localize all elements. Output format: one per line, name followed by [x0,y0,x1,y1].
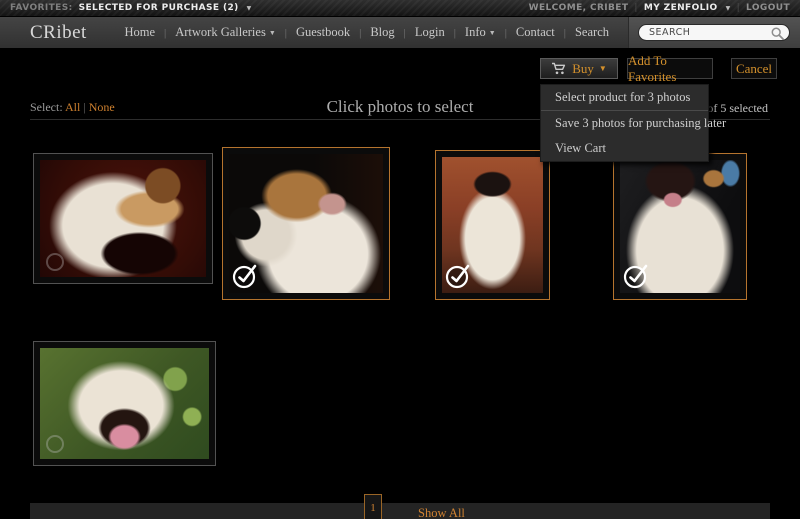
nav-item-blog[interactable]: Blog [361,25,403,40]
search-box [638,24,790,41]
show-all-link[interactable]: Show All [418,506,465,519]
favorites-label: FAVORITES: [10,3,73,13]
photo-thumbnail-5[interactable] [33,341,216,466]
nav-dropdown-arrow-icon: ▼ [489,29,496,37]
photo-thumbnail-4[interactable] [613,153,747,300]
nav-dropdown-arrow-icon: ▼ [269,29,276,37]
topbar-separator: | [634,3,637,13]
bulldog-photo-5 [40,348,209,459]
selected-checkmark-icon [232,260,262,290]
favorites-value[interactable]: SELECTED FOR PURCHASE (2) [79,3,239,13]
page-1-button[interactable]: 1 [364,494,382,519]
unselected-circle-icon [46,253,64,271]
my-zenfolio-menu[interactable]: MY ZENFOLIO [644,3,718,13]
menu-item-view-cart[interactable]: View Cart [541,136,708,161]
cancel-button[interactable]: Cancel [731,58,777,79]
bulldog-photo-1 [40,160,206,277]
welcome-text: WELCOME, CRIBET [529,3,629,13]
photo-thumbnail-2[interactable] [222,147,390,300]
site-logo[interactable]: CRibet [30,22,87,44]
favorites-dropdown[interactable]: FAVORITES: SELECTED FOR PURCHASE (2) ▼ [10,3,252,13]
favorites-dropdown-arrow-icon[interactable]: ▼ [247,5,252,12]
nav-item-login[interactable]: Login [406,25,454,40]
nav-menu: Home | Artwork Galleries▼ | Guestbook | … [115,17,618,48]
photo-thumbnail-1[interactable] [33,153,213,284]
unselected-circle-icon [46,435,64,453]
photo-thumbnail-3[interactable] [435,150,550,300]
my-zenfolio-dropdown-arrow-icon[interactable]: ▼ [726,5,731,12]
main-navbar: CRibet Home | Artwork Galleries▼ | Guest… [0,17,800,48]
bulldog-photo-4 [620,160,740,293]
nav-item-home[interactable]: Home [115,25,164,40]
buy-button[interactable]: Buy ▼ [540,58,618,79]
nav-item-info[interactable]: Info▼ [456,25,505,40]
gallery-selection-page: FAVORITES: SELECTED FOR PURCHASE (2) ▼ W… [0,0,800,519]
buy-dropdown-menu: Select product for 3 photos Save 3 photo… [540,84,709,162]
pagination-bar: 1 Show All [30,503,770,519]
cart-icon [551,62,567,75]
nav-item-label: Info [465,25,486,39]
nav-item-guestbook[interactable]: Guestbook [287,25,359,40]
buy-button-label: Buy [572,61,594,77]
selected-checkmark-icon [445,260,475,290]
topbar-separator: | [737,3,740,13]
search-input[interactable] [649,26,767,39]
nav-item-contact[interactable]: Contact [507,25,564,40]
nav-item-label: Artwork Galleries [175,25,266,39]
top-account-bar: FAVORITES: SELECTED FOR PURCHASE (2) ▼ W… [0,0,800,17]
menu-item-save-for-later[interactable]: Save 3 photos for purchasing later [541,111,708,136]
search-icon[interactable] [770,26,785,41]
bulldog-photo-2 [229,154,383,293]
menu-item-select-product[interactable]: Select product for 3 photos [541,85,708,111]
selected-checkmark-icon [623,260,653,290]
buy-dropdown-arrow-icon: ▼ [599,64,607,73]
logout-link[interactable]: LOGOUT [746,3,790,13]
nav-item-artwork-galleries[interactable]: Artwork Galleries▼ [166,25,285,40]
nav-item-search[interactable]: Search [566,25,618,40]
add-to-favorites-button[interactable]: Add To Favorites [627,58,713,79]
bulldog-photo-3 [442,157,543,293]
